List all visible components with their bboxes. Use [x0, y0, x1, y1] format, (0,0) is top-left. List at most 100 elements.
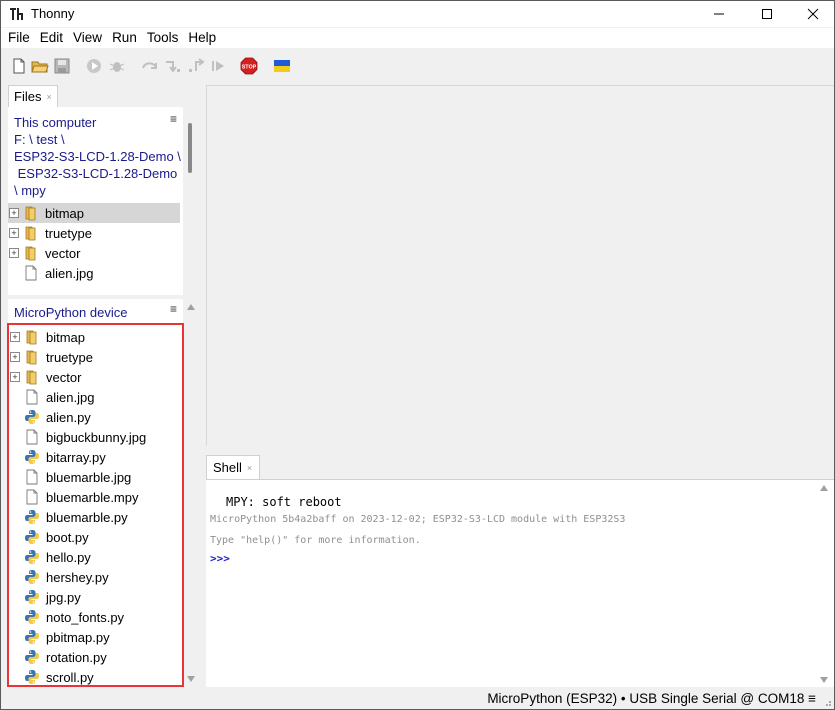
save-icon[interactable]: [53, 57, 71, 75]
close-icon: [807, 8, 819, 20]
menu-tools[interactable]: Tools: [142, 28, 184, 48]
expand-icon[interactable]: +: [9, 248, 19, 258]
device-header: MicroPython device: [14, 305, 128, 320]
file-tree-item[interactable]: bigbuckbunny.jpg: [9, 427, 181, 447]
file-tree-item[interactable]: bluemarble.mpy: [9, 487, 181, 507]
file-tree-item[interactable]: + vector: [8, 243, 180, 263]
scroll-down-icon[interactable]: [820, 677, 828, 683]
expand-icon[interactable]: +: [9, 208, 19, 218]
file-name: bluemarble.mpy: [46, 489, 139, 505]
menu-view[interactable]: View: [68, 28, 107, 48]
resume-icon[interactable]: [209, 57, 227, 75]
file-tree-item[interactable]: + bitmap: [9, 327, 181, 347]
status-bar: MicroPython (ESP32) • USB Single Serial …: [1, 689, 834, 709]
expand-icon[interactable]: +: [10, 372, 20, 382]
open-file-icon[interactable]: [31, 57, 49, 75]
file-tree-item[interactable]: alien.jpg: [9, 387, 181, 407]
minimize-button[interactable]: [696, 1, 742, 27]
ukraine-flag-icon[interactable]: [273, 57, 291, 75]
file-name: bluemarble.py: [46, 509, 128, 525]
folder-icon: [23, 245, 39, 261]
shell-prompt[interactable]: >>>: [210, 552, 230, 565]
expand-icon[interactable]: +: [9, 228, 19, 238]
menu-run[interactable]: Run: [107, 28, 142, 48]
thonny-window: Thonny File Edit View Run Tools Help STO…: [0, 0, 835, 710]
file-tree-item[interactable]: pbitmap.py: [9, 627, 181, 647]
path-segment[interactable]: F: \ test \: [8, 131, 183, 148]
resize-grip-icon[interactable]: [822, 697, 832, 707]
path-segment[interactable]: \ mpy: [8, 182, 183, 199]
file-tree-item[interactable]: + truetype: [9, 347, 181, 367]
scroll-up-icon[interactable]: [820, 485, 828, 491]
shell-output-line: Type "help()" for more information.: [210, 535, 421, 546]
file-tree-item[interactable]: alien.py: [9, 407, 181, 427]
file-tree-item[interactable]: + bitmap: [8, 203, 180, 223]
file-name: bigbuckbunny.jpg: [46, 429, 147, 445]
menu-edit[interactable]: Edit: [35, 28, 68, 48]
file-name: pbitmap.py: [46, 629, 110, 645]
file-icon: [24, 469, 40, 485]
file-icon: [24, 429, 40, 445]
new-file-icon[interactable]: [10, 57, 28, 75]
local-scrollbar[interactable]: [188, 123, 192, 173]
minimize-icon: [714, 13, 724, 15]
device-panel-header: MicroPython device ≡: [8, 299, 183, 323]
file-name: truetype: [46, 349, 93, 365]
folder-icon: [24, 329, 40, 345]
step-out-icon[interactable]: [187, 57, 205, 75]
path-segment[interactable]: ESP32-S3-LCD-1.28-Demo: [8, 165, 183, 182]
menu-file[interactable]: File: [3, 28, 35, 48]
file-tree-item[interactable]: + vector: [9, 367, 181, 387]
python-file-icon: [24, 449, 40, 465]
expand-icon[interactable]: +: [10, 352, 20, 362]
file-tree-item[interactable]: hello.py: [9, 547, 181, 567]
device-menu-icon[interactable]: ≡: [170, 302, 177, 316]
python-file-icon: [24, 669, 40, 685]
file-tree-item[interactable]: jpg.py: [9, 587, 181, 607]
step-over-icon[interactable]: [141, 57, 159, 75]
debug-icon[interactable]: [108, 57, 126, 75]
window-title: Thonny: [31, 6, 75, 21]
file-name: alien.jpg: [46, 389, 95, 405]
scroll-up-icon[interactable]: [187, 304, 195, 310]
status-text[interactable]: MicroPython (ESP32) • USB Single Serial …: [487, 691, 816, 706]
shell-scrollbar[interactable]: [818, 480, 832, 688]
folder-icon: [23, 205, 39, 221]
file-tree-item[interactable]: bluemarble.py: [9, 507, 181, 527]
close-button[interactable]: [790, 1, 835, 27]
python-file-icon: [24, 589, 40, 605]
run-icon[interactable]: [85, 57, 103, 75]
expand-icon[interactable]: +: [10, 332, 20, 342]
stop-icon[interactable]: STOP: [240, 57, 258, 75]
file-tree-item[interactable]: bitarray.py: [9, 447, 181, 467]
menu-help[interactable]: Help: [183, 28, 221, 48]
tab-close-icon[interactable]: ×: [46, 92, 51, 102]
file-tree-item[interactable]: alien.jpg: [8, 263, 180, 283]
file-name: bluemarble.jpg: [46, 469, 132, 485]
tab-close-icon[interactable]: ×: [247, 463, 252, 473]
device-file-list: + bitmap + truetype + vector alien.jpg alien.py…: [7, 323, 184, 687]
python-file-icon: [24, 649, 40, 665]
tab-shell[interactable]: Shell ×: [206, 455, 260, 479]
file-tree-item[interactable]: boot.py: [9, 527, 181, 547]
file-tree-item[interactable]: scroll.py: [9, 667, 181, 685]
file-icon: [24, 389, 40, 405]
maximize-button[interactable]: [744, 1, 790, 27]
file-tree-item[interactable]: + truetype: [8, 223, 180, 243]
file-tree-item[interactable]: rotation.py: [9, 647, 181, 667]
editor-area[interactable]: [206, 85, 834, 446]
step-into-icon[interactable]: [164, 57, 182, 75]
local-menu-icon[interactable]: ≡: [170, 112, 177, 126]
path-segment[interactable]: ESP32-S3-LCD-1.28-Demo \: [8, 148, 183, 165]
file-name: bitmap: [45, 205, 85, 221]
file-tree-item[interactable]: noto_fonts.py: [9, 607, 181, 627]
file-tree-item[interactable]: hershey.py: [9, 567, 181, 587]
tab-files[interactable]: Files ×: [8, 85, 58, 107]
device-scrollbar[interactable]: [185, 299, 198, 687]
file-tree-item[interactable]: bluemarble.jpg: [9, 467, 181, 487]
scroll-down-icon[interactable]: [187, 676, 195, 682]
file-name: alien.py: [46, 409, 91, 425]
folder-icon: [24, 349, 40, 365]
file-icon: [24, 489, 40, 505]
shell-panel[interactable]: MPY: soft reboot MicroPython 5b4a2baff o…: [206, 479, 834, 687]
